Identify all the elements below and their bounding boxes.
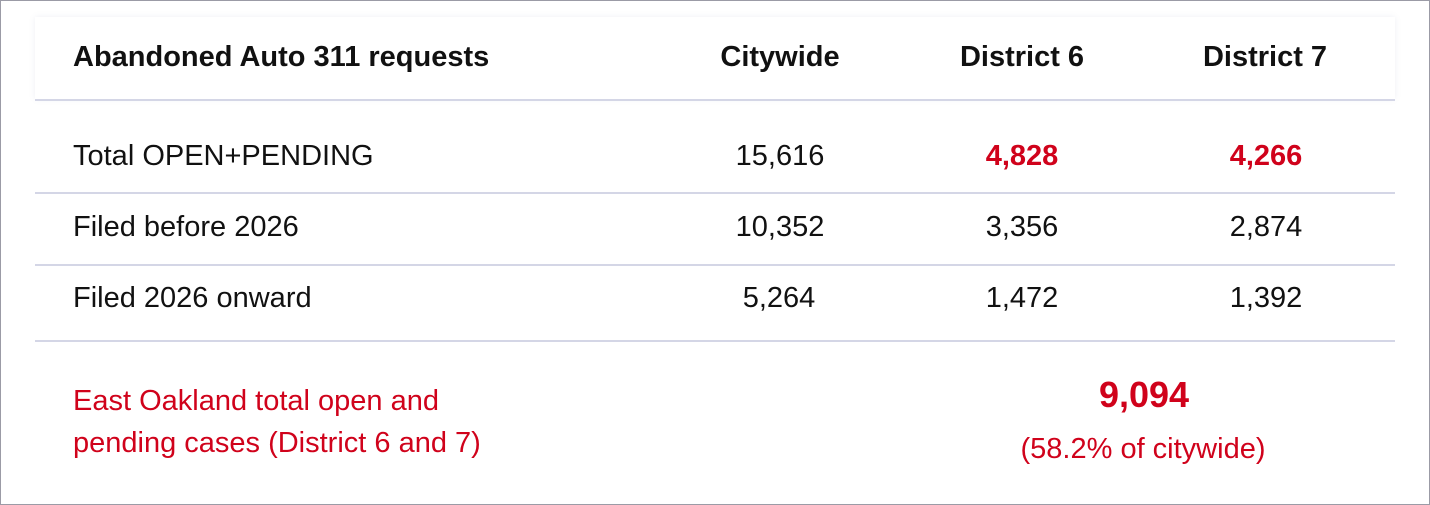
header-district-7: District 7	[1202, 41, 1328, 73]
header-district-6: District 6	[959, 41, 1085, 73]
header-divider	[35, 99, 1395, 101]
summary-label-line-2: pending cases (District 6 and 7)	[73, 427, 481, 459]
row-label-2026-onward: Filed 2026 onward	[73, 282, 312, 314]
cell-onward-district-6: 1,472	[985, 282, 1059, 314]
cell-before-citywide: 10,352	[735, 211, 825, 243]
cell-onward-district-7: 1,392	[1229, 282, 1303, 314]
header-title: Abandoned Auto 311 requests	[73, 41, 490, 73]
row-divider	[35, 264, 1395, 266]
cell-before-district-7: 2,874	[1229, 211, 1303, 243]
cell-total-citywide: 15,616	[735, 140, 825, 172]
summary-label-line-1: East Oakland total open and	[73, 385, 439, 417]
summary-divider	[35, 340, 1395, 342]
cell-before-district-6: 3,356	[985, 211, 1059, 243]
summary-label: East Oakland total open and pending case…	[73, 380, 593, 464]
cell-onward-citywide: 5,264	[742, 282, 816, 314]
header-citywide: Citywide	[720, 41, 840, 73]
row-label-before-2026: Filed before 2026	[73, 211, 299, 243]
summary-percent: (58.2% of citywide)	[1020, 433, 1266, 465]
row-divider	[35, 192, 1395, 194]
cell-total-district-6: 4,828	[985, 140, 1059, 172]
summary-total: 9,094	[1098, 374, 1190, 415]
row-label-total: Total OPEN+PENDING	[73, 140, 374, 172]
cell-total-district-7: 4,266	[1229, 140, 1303, 172]
